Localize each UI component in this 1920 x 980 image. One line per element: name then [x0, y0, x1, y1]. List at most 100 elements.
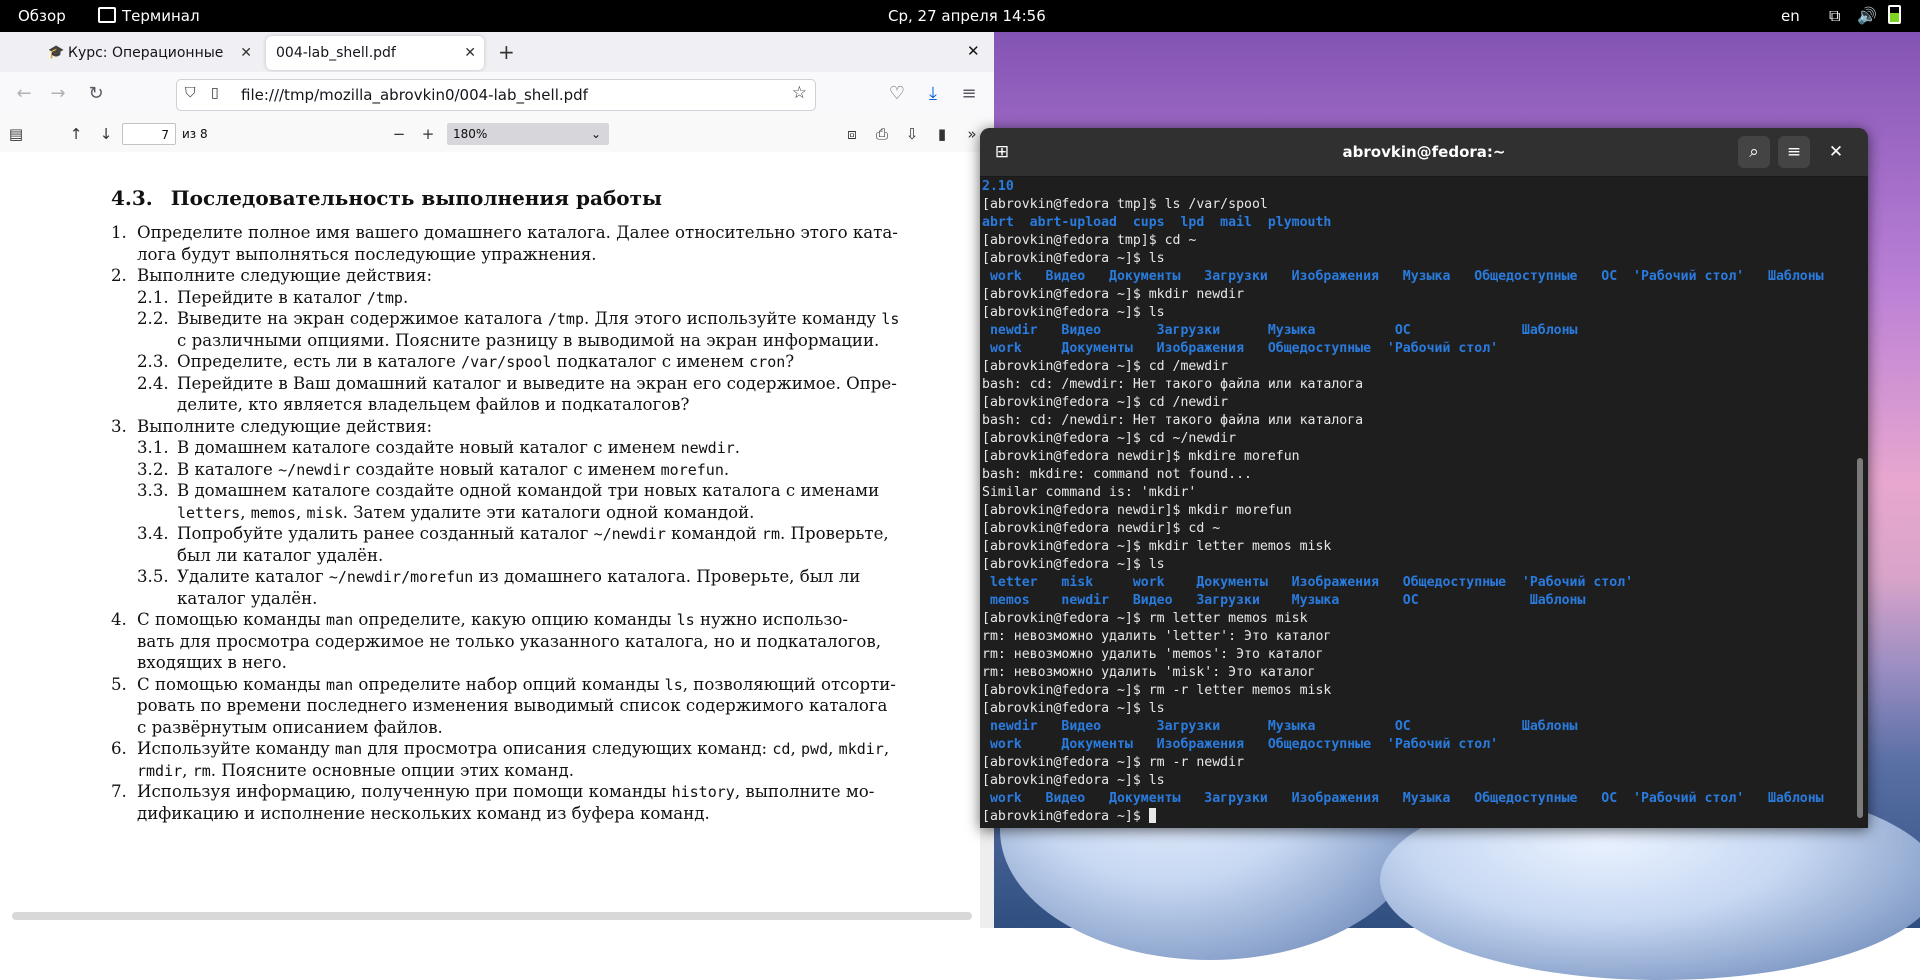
text-span: Удалите каталог	[177, 567, 329, 586]
text-span: подкаталог с именем	[551, 352, 750, 371]
terminal-line: letter misk work Документы Изображения О…	[982, 574, 1633, 592]
close-window-icon[interactable]: ✕	[967, 42, 980, 60]
list-number: 3.	[111, 416, 127, 436]
directory-listing: work Документы Изображения Общедоступные…	[982, 341, 1499, 356]
text-span: В домашнем каталоге создайте одной коман…	[177, 481, 880, 500]
terminal-output[interactable]: 2.10 [abrovkin@fedora tmp]$ ls /var/spool…	[980, 176, 1850, 828]
bookmark-icon[interactable]: ▮	[930, 122, 954, 146]
terminal-text: [abrovkin@fedora newdir]$ mkdir morefun	[982, 503, 1292, 518]
clock[interactable]: Ср, 27 апреля 14:56	[888, 0, 1046, 32]
pdf-text-line: каталог удалён.	[177, 588, 317, 610]
close-tab-icon[interactable]: ✕	[240, 36, 252, 70]
terminal-text: [abrovkin@fedora ~]$ mkdir letter memos …	[982, 539, 1332, 554]
bookmark-star-icon[interactable]: ☆	[792, 83, 807, 103]
pdf-text-line: Перейдите в Ваш домашний каталог и вывед…	[177, 373, 897, 395]
text-span: создайте новый каталог с именем	[350, 459, 661, 479]
terminal-line: [abrovkin@fedora ~]$ ls	[982, 772, 1165, 790]
text-span: ,	[790, 739, 802, 758]
zoom-select[interactable]: 180% ⌄	[447, 123, 609, 145]
pdf-horizontal-scrollbar[interactable]	[12, 912, 972, 920]
page-number-input[interactable]: 7	[122, 123, 176, 145]
downloads-icon[interactable]: ⤓	[921, 82, 945, 106]
tab-pdf[interactable]: 004-lab_shell.pdf ✕	[266, 36, 484, 70]
terminal-app-icon	[98, 7, 116, 23]
volume-icon[interactable]: 🔊	[1857, 0, 1877, 32]
new-tab-icon[interactable]: +	[498, 40, 515, 64]
keyboard-layout-indicator[interactable]: en	[1781, 0, 1800, 32]
terminal-title: abrovkin@fedora:~	[1342, 143, 1506, 161]
next-page-icon[interactable]: ↓	[94, 122, 118, 146]
terminal-line: work Документы Изображения Общедоступные…	[982, 736, 1498, 754]
directory-listing: work Видео Документы Загрузки Изображени…	[982, 269, 1824, 284]
text-span: ,	[883, 739, 890, 758]
text-span: . Для этого используйте команду	[583, 309, 882, 328]
app-menu[interactable]: Терминал	[98, 0, 200, 32]
terminal-line: [abrovkin@fedora ~]$ mkdir newdir	[982, 286, 1244, 304]
text-span: ?	[785, 352, 795, 371]
terminal-line: [abrovkin@fedora ~]$ cd /mewdir	[982, 358, 1228, 376]
text-span: для просмотра описания следующих команд:	[362, 739, 773, 758]
forward-icon[interactable]: →	[46, 82, 70, 106]
terminal-text: [abrovkin@fedora tmp]$ cd ~	[982, 233, 1197, 248]
zoom-in-icon[interactable]: +	[416, 122, 440, 146]
terminal-line: [abrovkin@fedora newdir]$ mkdire morefun	[982, 448, 1300, 466]
pdf-text-line: letters, memos, misk. Затем удалите эти …	[177, 502, 754, 524]
terminal-line: [abrovkin@fedora ~]$ rm letter memos mis…	[982, 610, 1308, 628]
print-icon[interactable]: ⎙	[870, 122, 894, 146]
terminal-line: bash: mkdire: command not found...	[982, 466, 1252, 484]
tab-course[interactable]: 🎓 Курс: Операционные сис ✕	[40, 36, 260, 70]
url-text[interactable]: file:///tmp/mozilla_abrovkin0/004-lab_sh…	[241, 80, 588, 110]
terminal-cursor	[1148, 808, 1156, 823]
previous-page-icon[interactable]: ↑	[64, 122, 88, 146]
battery-icon[interactable]	[1888, 0, 1901, 32]
terminal-text: [abrovkin@fedora newdir]$ cd ~	[982, 521, 1221, 536]
code-span: man	[326, 675, 354, 694]
pdf-text-line: с развёрнутым описанием файлов.	[137, 717, 443, 739]
activities-button[interactable]: Обзор	[18, 0, 66, 32]
directory-listing: newdir Видео Загрузки Музыка ОС Шаблоны	[982, 323, 1578, 338]
top-bar: Обзор Терминал Ср, 27 апреля 14:56 en ⧉ …	[0, 0, 1920, 32]
code-span: letters	[177, 503, 241, 522]
presentation-mode-icon[interactable]: ⧈	[840, 122, 864, 146]
text-span: определите набор опций команды	[353, 674, 665, 694]
terminal-text: [abrovkin@fedora ~]$ cd /newdir	[982, 395, 1229, 410]
directory-listing: 2.10	[982, 179, 1014, 194]
terminal-text: bash: mkdire: command not found...	[982, 467, 1252, 482]
terminal-scrollbar[interactable]	[1857, 458, 1863, 818]
network-icon[interactable]: ⧉	[1829, 0, 1840, 32]
text-span: был ли каталог удалён.	[177, 545, 384, 565]
close-tab-icon[interactable]: ✕	[464, 36, 476, 70]
list-number: 5.	[111, 674, 127, 694]
url-bar[interactable]: ⛉ ▯ file:///tmp/mozilla_abrovkin0/004-la…	[176, 79, 816, 111]
save-icon[interactable]: ⇩	[900, 122, 924, 146]
terminal-line: rm: невозможно удалить 'letter': Это кат…	[982, 628, 1331, 646]
text-span: нужно использо-	[694, 610, 849, 629]
back-icon[interactable]: ←	[12, 82, 36, 106]
terminal-line: [abrovkin@fedora ~]$ cd ~/newdir	[982, 430, 1236, 448]
zoom-out-icon[interactable]: −	[387, 122, 411, 146]
pdf-text-line: Попробуйте удалить ранее созданный катал…	[177, 523, 889, 545]
text-span: В домашнем каталоге создайте новый катал…	[177, 438, 681, 457]
terminal-line: rm: невозможно удалить 'misk': Это катал…	[982, 664, 1315, 682]
terminal-text: [abrovkin@fedora ~]$ ls	[982, 701, 1165, 716]
terminal-line: work Видео Документы Загрузки Изображени…	[982, 790, 1824, 808]
directory-listing: work Документы Изображения Общедоступные…	[982, 737, 1499, 752]
terminal-text: [abrovkin@fedora ~]$ ls	[982, 557, 1165, 572]
sidebar-toggle-icon[interactable]: ▤	[4, 122, 28, 146]
shield-icon[interactable]: ⛉	[185, 85, 196, 101]
text-span: .	[402, 287, 409, 307]
menu-icon[interactable]: ≡	[957, 82, 981, 106]
pdf-text-line: Перейдите в каталог /tmp.	[177, 287, 408, 309]
pocket-icon[interactable]: ♡	[885, 82, 909, 106]
tab-label: 004-lab_shell.pdf	[276, 45, 396, 61]
terminal-text: rm: невозможно удалить 'misk': Это катал…	[982, 665, 1316, 680]
code-span: man	[326, 611, 354, 629]
text-span: с различными опциями. Поясните разницу в…	[177, 330, 880, 350]
hamburger-menu-icon[interactable]: ≡	[1778, 136, 1810, 168]
zoom-value: 180%	[453, 127, 488, 141]
code-span: /tmp	[366, 288, 403, 307]
close-icon[interactable]: ✕	[1820, 136, 1852, 168]
search-icon[interactable]: ⌕	[1738, 136, 1770, 168]
text-span: В каталоге	[177, 459, 279, 479]
reload-icon[interactable]: ↻	[84, 82, 108, 106]
